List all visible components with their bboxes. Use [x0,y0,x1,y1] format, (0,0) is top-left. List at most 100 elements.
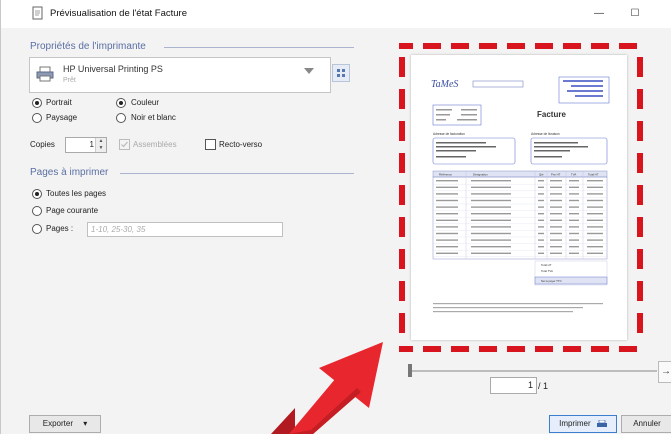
invoice-preview-page: TaMeS Facture Adresse de facturation Adr… [411,55,627,340]
pages-range-radio[interactable] [32,224,42,234]
invoice-line-item [538,226,544,228]
cancel-button[interactable]: Annuler [621,415,671,433]
total-label: Total TVA [541,269,553,273]
invoice-line-item [538,193,544,195]
maximize-button[interactable]: ☐ [623,5,647,23]
color-radio[interactable] [116,98,126,108]
invoice-line-item [587,186,603,188]
col-header: Qté [539,173,544,177]
print-label: Imprimer [559,419,591,428]
invoice-line-item [538,239,544,241]
all-pages-label: Toutes les pages [46,189,107,198]
invoice-line-item [569,193,579,195]
invoice-line-item [436,239,458,241]
invoice-line-item [569,180,579,182]
all-pages-radio[interactable] [32,189,42,199]
invoice-line-item [587,226,603,228]
col-header: TVA [571,173,576,177]
invoice-line-item [550,246,562,248]
color-label: Couleur [131,98,160,107]
invoice-line-item [436,180,458,182]
invoice-line-item [550,206,562,208]
landscape-label: Paysage [46,113,78,122]
title-bar: Prévisualisation de l'état Facture — ☐ [1,0,671,28]
invoice-line-item [538,232,544,235]
invoice-line-item [471,246,511,248]
collate-label: Assemblées [133,140,177,149]
invoice-line-item [569,246,579,248]
printer-section-title: Propriétés de l'imprimante [30,41,146,52]
document-icon [32,6,43,20]
printer-name: HP Universal Printing PS [63,64,163,74]
invoice-line-item [550,193,562,195]
invoice-line-item [436,232,458,235]
printer-icon [36,66,54,82]
invoice-line-item [550,239,562,241]
invoice-line-item [538,180,544,182]
invoice-line-item [538,199,544,202]
printer-select[interactable]: HP Universal Printing PS Prêt [29,57,331,93]
next-page-button[interactable]: → [658,361,671,383]
printer-icon [596,419,607,427]
collate-checkbox[interactable] [119,139,130,150]
bw-radio[interactable] [116,113,126,123]
invoice-line-item [550,226,562,228]
invoice-line-item [471,206,511,208]
invoice-logo: TaMeS [431,79,458,90]
annotation-arrow-icon [271,342,383,434]
invoice-line-item [569,226,579,228]
printer-status: Prêt [63,77,76,84]
invoice-line-item [538,206,544,208]
page-number-input[interactable]: 1 [490,377,537,394]
landscape-radio[interactable] [32,113,42,123]
duplex-label: Recto-verso [219,140,263,149]
invoice-line-item [569,186,579,188]
invoice-line-item [550,213,562,215]
current-page-radio[interactable] [32,206,42,216]
invoice-line-item [587,199,603,202]
check-icon [121,141,128,148]
invoice-line-item [550,219,562,221]
invoice-line-item [538,186,544,188]
chevron-down-icon: ▾ [83,419,88,428]
print-preview-window: Prévisualisation de l'état Facture — ☐ P… [0,0,671,434]
page-total: / 1 [538,381,549,391]
invoice-line-item [587,252,603,254]
invoice-line-item [471,226,511,228]
total-label: Net à payer TTC [541,279,562,283]
current-page-value: 1 [527,380,533,390]
invoice-line-item [436,193,458,195]
portrait-radio[interactable] [32,98,42,108]
copies-value: 1 [89,140,94,149]
invoice-line-item [550,180,562,182]
invoice-line-item [436,219,458,221]
pages-range-input[interactable]: 1-10, 25-30, 35 [87,222,283,237]
invoice-title: Facture [537,110,566,119]
print-button[interactable]: Imprimer [549,415,617,433]
invoice-line-item [538,219,544,221]
invoice-line-item [550,186,562,188]
zoom-slider-thumb[interactable] [408,364,412,377]
invoice-line-item [587,213,603,215]
invoice-line-item [436,226,458,228]
invoice-line-item [436,246,458,248]
invoice-line-item [569,232,579,235]
printer-properties-button[interactable] [332,64,350,82]
duplex-checkbox[interactable] [205,139,216,150]
invoice-line-item [436,199,458,202]
invoice-line-item [471,252,511,254]
bw-label: Noir et blanc [131,113,176,122]
invoice-line-item [471,186,511,188]
copies-stepper[interactable]: 1 ▲ ▼ [65,137,107,153]
invoice-line-item [538,252,544,254]
zoom-slider-track[interactable] [411,370,657,372]
section-divider [164,47,354,48]
spin-buttons[interactable]: ▲ ▼ [95,138,106,152]
chevron-down-icon[interactable] [304,68,314,74]
invoice-line-item [471,239,511,241]
col-header: Prix HT [551,173,561,177]
invoice-line-item [569,199,579,202]
window-title: Prévisualisation de l'état Facture [50,8,187,19]
minimize-button[interactable]: — [587,5,611,23]
export-button[interactable]: Exporter ▾ [29,415,101,433]
